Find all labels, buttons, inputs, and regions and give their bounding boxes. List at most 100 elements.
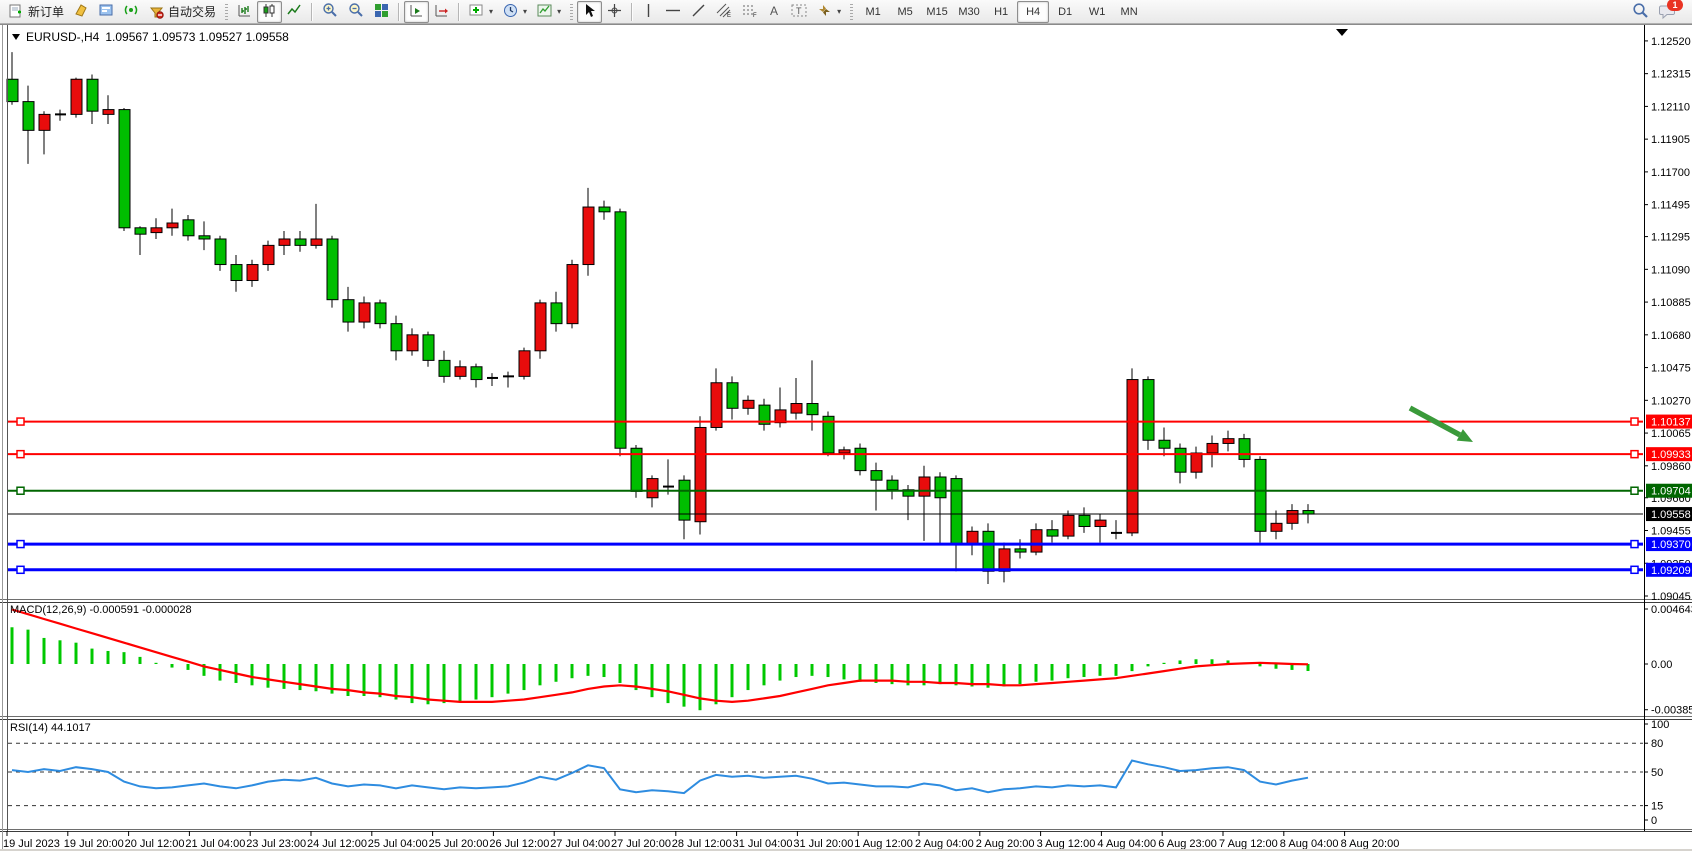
tile-windows-icon (374, 3, 389, 21)
chevron-down-icon: ▾ (489, 7, 493, 16)
svg-text:80: 80 (1651, 738, 1663, 750)
line-handle[interactable] (17, 487, 24, 494)
periods-button[interactable]: ▾ (498, 1, 532, 23)
crosshair-button[interactable] (602, 1, 627, 23)
zoom-in-button[interactable] (317, 1, 343, 23)
chart-window[interactable]: EURUSD-,H4 1.09567 1.09573 1.09527 1.095… (0, 24, 1692, 851)
cursor-icon (582, 3, 597, 21)
svg-text:20 Jul 12:00: 20 Jul 12:00 (125, 838, 185, 850)
svg-text:23 Jul 23:00: 23 Jul 23:00 (246, 838, 306, 850)
svg-text:1.12110: 1.12110 (1651, 101, 1690, 113)
svg-text:1.09209: 1.09209 (1651, 565, 1691, 577)
candlestick-chart-icon (262, 3, 277, 21)
svg-text:50: 50 (1651, 767, 1663, 779)
timeframe-button-m1[interactable]: M1 (857, 1, 889, 23)
svg-text:1.09455: 1.09455 (1651, 526, 1691, 538)
line-handle[interactable] (17, 541, 24, 548)
templates-button[interactable]: ▾ (532, 1, 566, 23)
horizontal-line-icon (665, 3, 681, 21)
trendline-button[interactable] (686, 1, 711, 23)
toolbar-separator (398, 3, 400, 21)
line-handle[interactable] (1631, 566, 1638, 573)
zoom-out-icon (348, 2, 364, 21)
svg-text:1.09370: 1.09370 (1651, 539, 1691, 551)
line-handle[interactable] (17, 566, 24, 573)
svg-text:25 Jul 04:00: 25 Jul 04:00 (368, 838, 428, 850)
line-handle[interactable] (17, 418, 24, 425)
signals-button[interactable] (119, 1, 144, 23)
timeframe-button-h1[interactable]: H1 (985, 1, 1017, 23)
timeframe-button-m5[interactable]: M5 (889, 1, 921, 23)
text-label-icon: T (791, 3, 807, 21)
svg-text:15: 15 (1651, 801, 1663, 813)
chat-icon: 1 (1659, 3, 1677, 20)
line-handle[interactable] (17, 451, 24, 458)
indicators-button[interactable]: ▾ (464, 1, 498, 23)
equidistant-channel-button[interactable]: E (711, 1, 737, 23)
svg-text:31 Jul 04:00: 31 Jul 04:00 (733, 838, 793, 850)
ohlc-values: 1.09567 1.09573 1.09527 1.09558 (105, 30, 289, 44)
vertical-line-icon (642, 3, 655, 21)
line-handle[interactable] (1631, 418, 1638, 425)
line-handle[interactable] (1631, 487, 1638, 494)
svg-text:26 Jul 12:00: 26 Jul 12:00 (489, 838, 549, 850)
svg-text:E: E (727, 13, 731, 18)
svg-text:1.11700: 1.11700 (1651, 167, 1690, 179)
line-handle[interactable] (1631, 541, 1638, 548)
fibonacci-icon: F (742, 3, 758, 21)
chart-shift-button[interactable] (429, 1, 454, 23)
timeframe-button-d1[interactable]: D1 (1049, 1, 1081, 23)
search-button[interactable] (1627, 1, 1654, 23)
svg-text:6 Aug 23:00: 6 Aug 23:00 (1158, 838, 1217, 850)
line-handle[interactable] (1631, 451, 1638, 458)
svg-text:28 Jul 12:00: 28 Jul 12:00 (672, 838, 732, 850)
text-label-button[interactable]: T (786, 1, 812, 23)
cursor-button[interactable] (577, 1, 602, 23)
market-watch-button[interactable] (69, 1, 94, 23)
svg-text:1.10680: 1.10680 (1651, 330, 1691, 342)
tile-windows-button[interactable] (369, 1, 394, 23)
text-button[interactable]: A (763, 1, 786, 23)
fibonacci-button[interactable]: F (737, 1, 763, 23)
svg-text:8 Aug 20:00: 8 Aug 20:00 (1341, 838, 1400, 850)
svg-text:0.00: 0.00 (1651, 659, 1672, 671)
auto-scroll-button[interactable] (404, 1, 429, 23)
vertical-line-button[interactable] (637, 1, 660, 23)
macd-indicator-label: MACD(12,26,9) -0.000591 -0.000028 (10, 604, 192, 616)
new-order-label: 新订单 (28, 3, 64, 20)
chevron-down-icon: ▾ (837, 7, 841, 16)
timeframe-button-h4[interactable]: H4 (1017, 1, 1049, 23)
svg-text:0: 0 (1651, 815, 1657, 827)
svg-text:19 Jul 2023: 19 Jul 2023 (3, 838, 60, 850)
timeframe-button-m30[interactable]: M30 (953, 1, 985, 23)
navigator-button[interactable] (94, 1, 119, 23)
bar-chart-icon (237, 3, 252, 21)
mt4-window: 新订单 自动交易 (0, 0, 1692, 851)
svg-text:1.09558: 1.09558 (1651, 509, 1691, 521)
price-chart-canvas[interactable]: 1.125201.123151.121101.119051.117001.114… (0, 25, 1692, 851)
text-icon: A (768, 3, 781, 21)
templates-icon (537, 3, 552, 21)
svg-text:1.11295: 1.11295 (1651, 232, 1690, 244)
price-axis[interactable]: 1.125201.123151.121101.119051.117001.114… (1644, 25, 1692, 831)
svg-text:T: T (796, 6, 802, 16)
timeframe-button-w1[interactable]: W1 (1081, 1, 1113, 23)
candlestick-chart-button[interactable] (257, 1, 282, 23)
new-order-button[interactable]: 新订单 (4, 1, 69, 23)
horizontal-line-button[interactable] (660, 1, 686, 23)
timeframe-button-m15[interactable]: M15 (921, 1, 953, 23)
svg-text:1.11090: 1.11090 (1651, 264, 1690, 276)
chevron-down-icon: ▾ (557, 7, 561, 16)
svg-text:1.10475: 1.10475 (1651, 363, 1691, 375)
arrows-button[interactable]: ▾ (812, 1, 846, 23)
line-chart-button[interactable] (282, 1, 307, 23)
timeframe-group: M1M5M15M30H1H4D1W1MN (857, 1, 1145, 23)
zoom-out-button[interactable] (343, 1, 369, 23)
autotrading-button[interactable]: 自动交易 (144, 1, 221, 23)
svg-text:19 Jul 20:00: 19 Jul 20:00 (64, 838, 124, 850)
bar-chart-button[interactable] (232, 1, 257, 23)
timeframe-button-mn[interactable]: MN (1113, 1, 1145, 23)
chat-button[interactable]: 1 (1654, 1, 1682, 23)
autotrading-icon (149, 4, 164, 19)
svg-text:-0.003859: -0.003859 (1651, 705, 1692, 717)
